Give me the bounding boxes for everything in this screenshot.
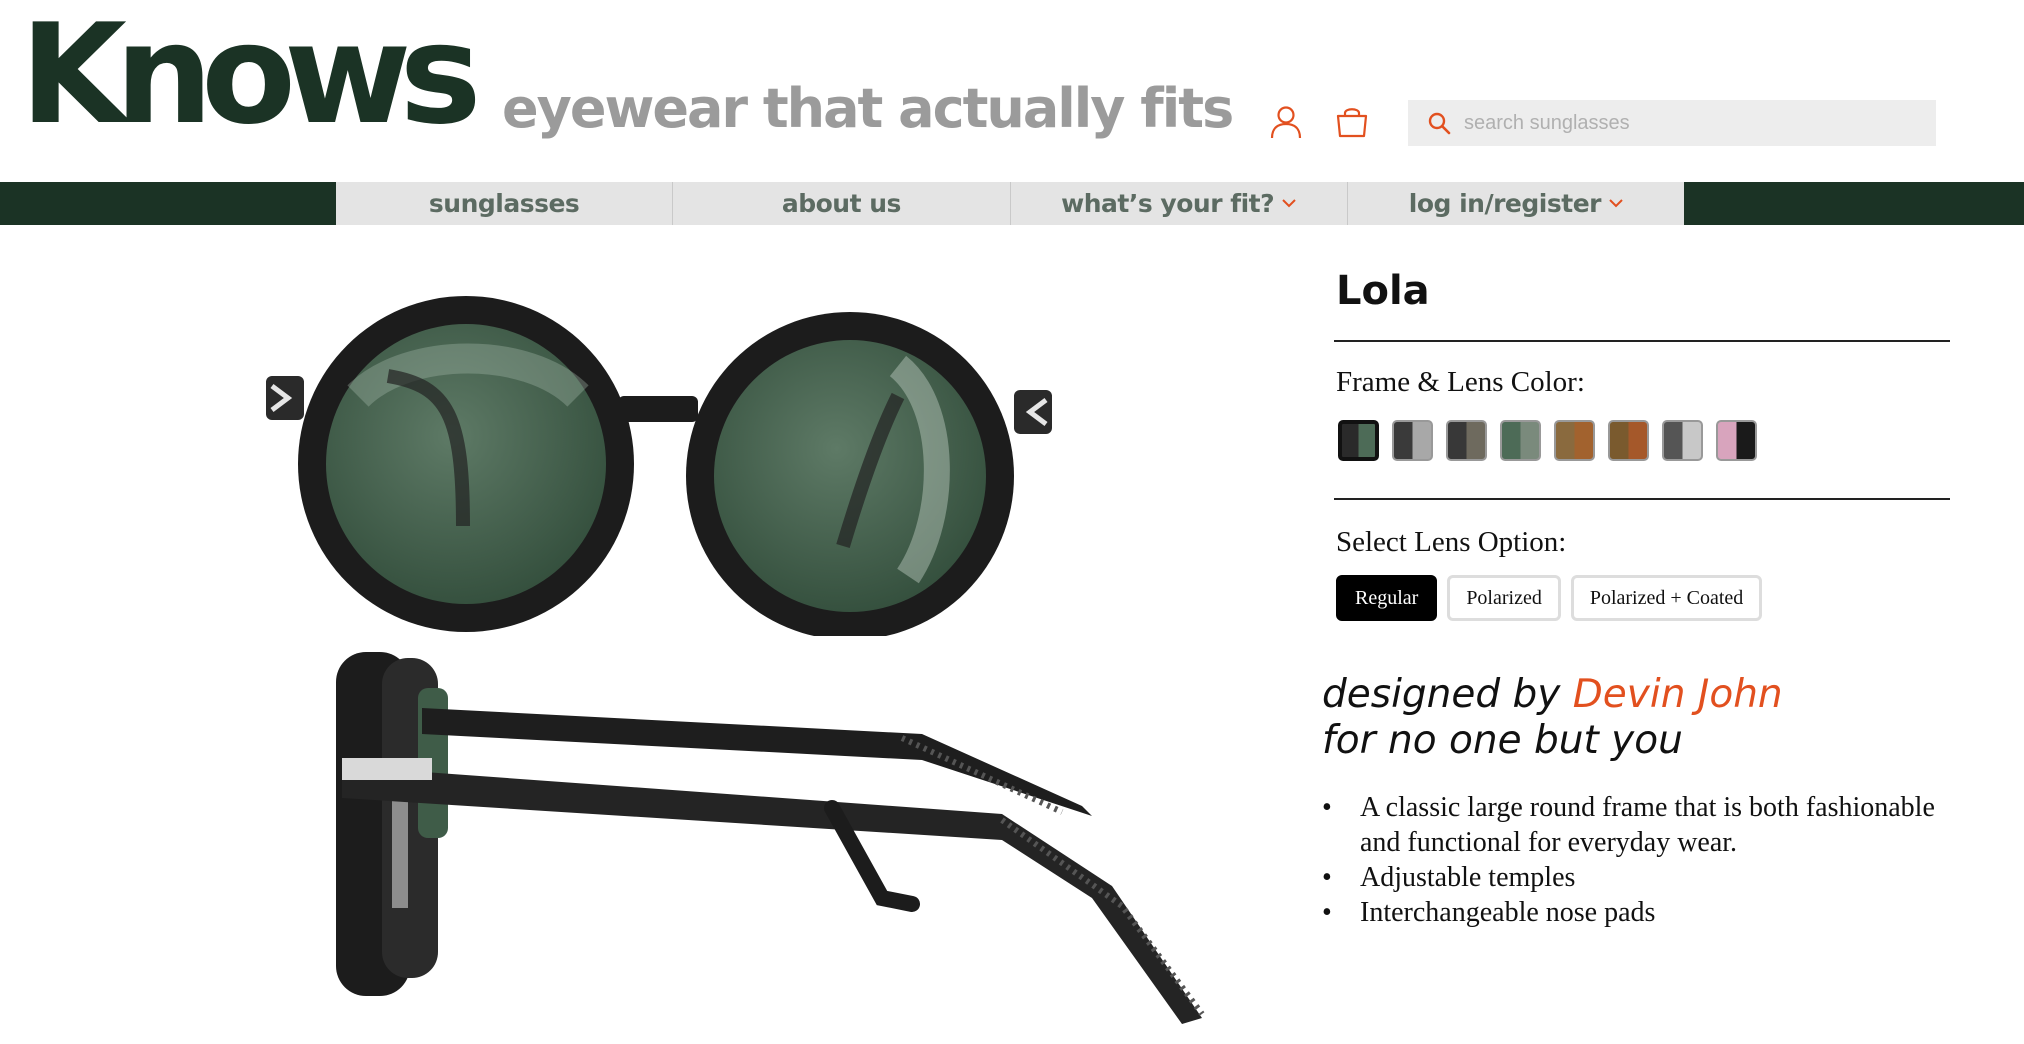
search-bar[interactable] [1408, 100, 1936, 146]
color-swatch-2[interactable] [1392, 420, 1433, 461]
color-swatch-8[interactable] [1716, 420, 1757, 461]
brand-logo[interactable]: Knows [20, 6, 482, 144]
search-icon[interactable] [1426, 110, 1452, 136]
color-section-label: Frame & Lens Color: [1336, 366, 1585, 398]
lens-section-label: Select Lens Option: [1336, 526, 1567, 558]
nav-item-label: about us [781, 189, 902, 218]
divider [1334, 498, 1950, 500]
search-input[interactable] [1464, 111, 1914, 135]
designer-name[interactable]: Devin John [1573, 672, 1783, 717]
lens-option-polarized-coated[interactable]: Polarized + Coated [1570, 575, 1763, 621]
feature-item: A classic large round frame that is both… [1322, 790, 1962, 860]
designed-prefix: designed by [1322, 672, 1561, 717]
nav-item-whats-your-fit[interactable]: what’s your fit? [1010, 182, 1348, 225]
product-title: Lola [1336, 268, 1430, 314]
lens-option-regular[interactable]: Regular [1336, 575, 1438, 621]
nav-item-label: log in/register [1408, 189, 1602, 218]
color-swatches [1338, 420, 1757, 461]
color-swatch-4[interactable] [1500, 420, 1541, 461]
feature-item: Adjustable temples [1322, 860, 1962, 895]
product-image-front [266, 296, 1052, 636]
color-swatch-7[interactable] [1662, 420, 1703, 461]
user-icon[interactable] [1268, 104, 1304, 140]
feature-item: Interchangeable nose pads [1322, 895, 1962, 930]
chevron-down-icon [1282, 199, 1296, 208]
product-image-side [336, 652, 1205, 1024]
nav-item-sunglasses[interactable]: sunglasses [336, 182, 674, 225]
nav-item-label: what’s your fit? [1061, 189, 1275, 218]
color-swatch-3[interactable] [1446, 420, 1487, 461]
designer-credit: designed by Devin John for no one but yo… [1322, 672, 1783, 764]
shopping-bag-icon[interactable] [1334, 104, 1370, 140]
chevron-down-icon [1609, 199, 1623, 208]
lens-option-polarized[interactable]: Polarized [1447, 575, 1561, 621]
lens-options: Regular Polarized Polarized + Coated [1336, 575, 1763, 621]
nav-item-about-us[interactable]: about us [673, 182, 1011, 225]
color-swatch-5[interactable] [1554, 420, 1595, 461]
divider [1334, 340, 1950, 342]
main-nav: sunglasses about us what’s your fit? log… [0, 182, 2024, 225]
nav-item-login-register[interactable]: log in/register [1347, 182, 1684, 225]
feature-list: A classic large round frame that is both… [1322, 790, 1962, 930]
brand-tagline: eyewear that actually fits [502, 77, 1234, 140]
color-swatch-6[interactable] [1608, 420, 1649, 461]
nav-item-label: sunglasses [428, 189, 580, 218]
designed-suffix: for no one but you [1322, 718, 1683, 763]
color-swatch-1[interactable] [1338, 420, 1379, 461]
